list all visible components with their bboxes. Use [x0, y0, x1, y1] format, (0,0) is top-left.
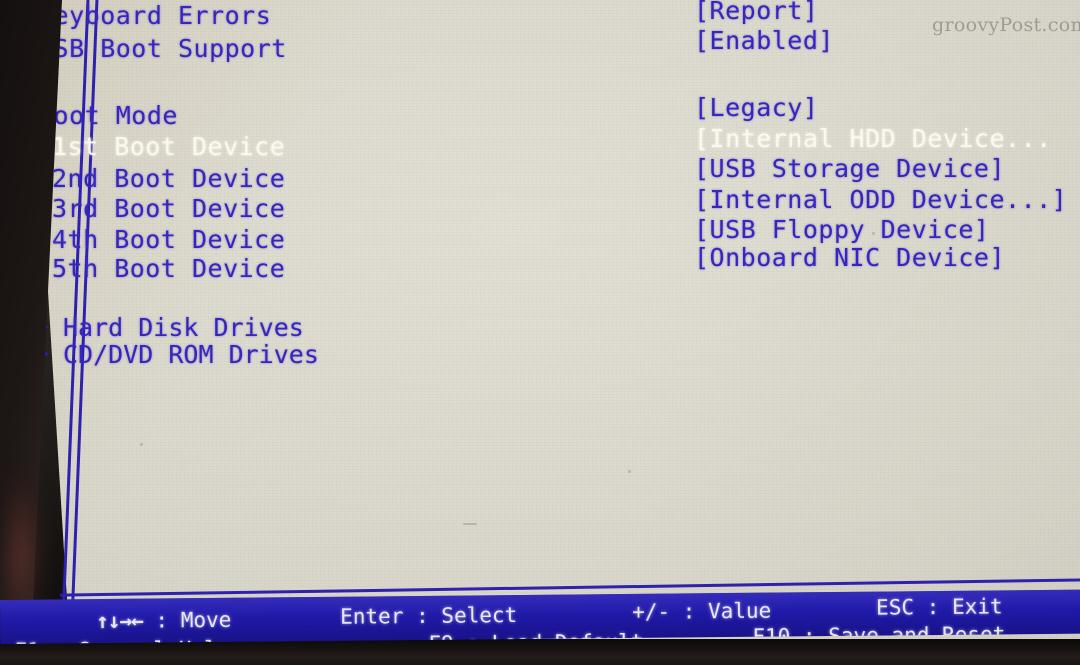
- help-action: Select: [441, 603, 518, 628]
- boot-menu: Keyboard Errors USB Boot Support Boot Mo…: [0, 0, 1080, 600]
- help-action: Exit: [951, 594, 1003, 619]
- help-key: +/-: [632, 599, 671, 624]
- help-key: F1: [14, 639, 40, 644]
- help-key: ESC: [875, 595, 915, 620]
- monitor-bezel-bottom: [0, 639, 1080, 665]
- menu-label-keyboard-errors[interactable]: Keyboard Errors: [38, 3, 271, 28]
- help-hint-value[interactable]: +/- : Value: [632, 598, 772, 624]
- menu-value-5th-boot-device[interactable]: [Onboard NIC Device]: [694, 245, 1005, 270]
- menu-label-2nd-boot-device[interactable]: 2nd Boot Device: [52, 166, 285, 191]
- menu-value-usb-boot-support[interactable]: [Enabled]: [694, 28, 834, 53]
- submenu-item-hard-disk-drives[interactable]: Hard Disk Drives: [38, 315, 304, 340]
- menu-value-1st-boot-device[interactable]: [Internal HDD Device...: [694, 126, 1052, 151]
- help-action: Move: [180, 607, 232, 633]
- help-sep: :: [926, 594, 940, 620]
- submenu-label: Hard Disk Drives: [63, 313, 304, 342]
- bios-setup-screenshot: Keyboard Errors USB Boot Support Boot Mo…: [0, 0, 1080, 665]
- submenu-item-cd-dvd-rom-drives[interactable]: CD/DVD ROM Drives: [38, 342, 319, 367]
- help-sep: :: [682, 599, 696, 624]
- menu-label-usb-boot-support[interactable]: USB Boot Support: [38, 36, 287, 61]
- help-key: Enter: [340, 604, 404, 629]
- menu-value-4th-boot-device[interactable]: [USB Floppy Device]: [694, 217, 989, 242]
- help-hint-exit[interactable]: ESC : Exit: [875, 594, 1003, 620]
- menu-label-5th-boot-device[interactable]: 5th Boot Device: [52, 256, 285, 281]
- arrow-keys-icon: ↑↓→←: [96, 608, 143, 634]
- watermark: groovyPost.com: [932, 14, 1080, 36]
- menu-label-boot-mode[interactable]: Boot Mode: [38, 103, 178, 128]
- menu-value-3rd-boot-device[interactable]: [Internal ODD Device...]: [694, 187, 1067, 212]
- help-hint-select[interactable]: Enter : Select: [340, 603, 518, 629]
- help-hint-move[interactable]: ↑↓→← : Move: [96, 607, 232, 634]
- help-action: Value: [707, 598, 772, 624]
- help-sep: :: [155, 608, 169, 633]
- menu-value-2nd-boot-device[interactable]: [USB Storage Device]: [694, 156, 1005, 181]
- menu-label-4th-boot-device[interactable]: 4th Boot Device: [52, 227, 285, 252]
- menu-value-boot-mode[interactable]: [Legacy]: [694, 95, 818, 120]
- help-sep: :: [415, 603, 429, 629]
- menu-label-1st-boot-device[interactable]: 1st Boot Device: [52, 134, 285, 159]
- submenu-label: CD/DVD ROM Drives: [63, 340, 319, 369]
- help-sep: :: [52, 638, 65, 644]
- menu-value-keyboard-errors[interactable]: [Report]: [694, 0, 818, 23]
- menu-label-3rd-boot-device[interactable]: 3rd Boot Device: [52, 196, 285, 221]
